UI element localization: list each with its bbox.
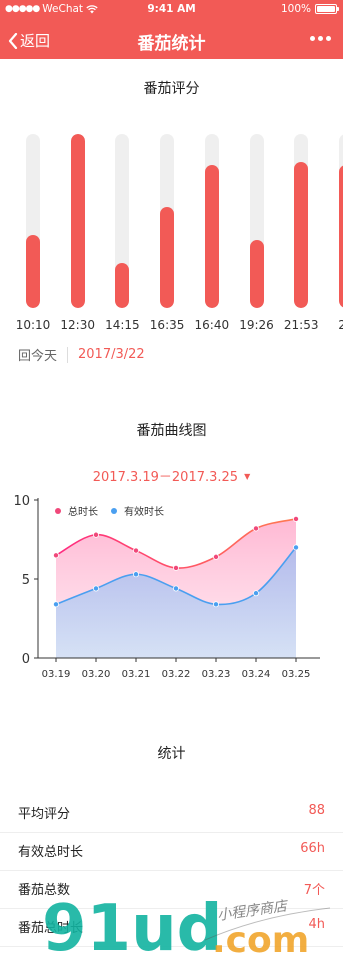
bar-time-label: 21:53 xyxy=(283,318,319,332)
stat-value: 4h xyxy=(308,917,325,932)
back-to-today-button[interactable]: 回今天 xyxy=(18,345,57,364)
score-bar xyxy=(70,134,85,308)
bar-time-label: 14:15 xyxy=(105,318,140,332)
data-point xyxy=(252,525,259,532)
score-bar-chart xyxy=(0,130,343,312)
score-bar xyxy=(115,262,130,308)
data-point xyxy=(53,601,60,608)
bar-time-label: 22 xyxy=(338,318,343,332)
today-row: 回今天 2017/3/22 xyxy=(18,345,145,364)
x-tick-label: 03.25 xyxy=(282,669,311,680)
data-point xyxy=(292,515,299,522)
y-tick-label: 5 xyxy=(22,573,30,588)
x-tick-label: 03.20 xyxy=(82,669,111,680)
curve-section-title: 番茄曲线图 xyxy=(136,423,207,439)
stat-value: 88 xyxy=(308,803,325,818)
y-tick-label: 10 xyxy=(13,494,30,509)
x-tick-label: 03.23 xyxy=(202,669,231,680)
score-bar xyxy=(249,240,264,308)
stat-row: 番茄总时长 4h xyxy=(0,909,343,947)
legend-marker xyxy=(111,508,117,514)
score-bar xyxy=(294,161,309,308)
status-bar: ●●●●● WeChat 9:41 AM 100% xyxy=(0,0,343,20)
score-bar xyxy=(26,234,40,308)
legend-marker xyxy=(55,508,61,514)
stat-value: 7个 xyxy=(303,883,325,898)
stat-label: 番茄总数 xyxy=(18,883,71,898)
bar-time-label: 16:35 xyxy=(149,318,185,332)
date-range-select[interactable]: 2017.3.19－2017.3.25 ▼ xyxy=(0,466,343,485)
stat-row: 有效总时长 66h xyxy=(0,833,343,871)
stat-row: 平均评分 88 xyxy=(0,795,343,833)
page-title: 番茄统计 xyxy=(137,34,206,54)
battery-icon xyxy=(315,4,339,14)
score-bar-track[interactable] xyxy=(26,134,40,308)
score-bar xyxy=(204,165,219,308)
data-point xyxy=(212,601,219,608)
stats-section-title: 统计 xyxy=(157,746,186,762)
score-bar-track[interactable] xyxy=(70,134,85,308)
legend-label: 总时长 xyxy=(68,505,98,518)
stat-value: 66h xyxy=(300,841,325,856)
date-range-value: 2017.3.19－2017.3.25 xyxy=(92,470,239,485)
bar-time-label: 16:40 xyxy=(194,318,230,332)
x-tick-label: 03.19 xyxy=(42,669,71,680)
score-bar xyxy=(338,165,343,308)
stat-label: 有效总时长 xyxy=(18,845,84,860)
data-point xyxy=(132,571,139,578)
data-point xyxy=(172,585,179,592)
score-bar-track[interactable] xyxy=(115,134,130,308)
bar-time-label: 10:10 xyxy=(15,318,51,332)
more-menu-icon[interactable] xyxy=(310,36,331,41)
divider xyxy=(67,346,69,363)
data-point xyxy=(172,564,179,571)
data-point xyxy=(252,590,259,597)
score-bar-track[interactable] xyxy=(204,134,219,308)
score-section-title: 番茄评分 xyxy=(143,81,200,97)
nav-bar: 返回 番茄统计 xyxy=(0,20,343,59)
battery-percent: 100% xyxy=(280,3,311,15)
selected-date[interactable]: 2017/3/22 xyxy=(78,347,145,362)
curve-chart: 0 5 10 03.19 03.20 03.21 03.22 03.23 03.24 03.25 总… xyxy=(13,494,320,680)
stat-label: 平均评分 xyxy=(18,807,71,822)
score-bar xyxy=(160,207,175,308)
stat-row: 番茄总数 7个 xyxy=(0,871,343,909)
data-point xyxy=(292,544,299,551)
x-tick-label: 03.21 xyxy=(122,669,151,680)
x-tick-label: 03.22 xyxy=(162,669,191,680)
status-right: 100% xyxy=(280,3,339,15)
legend-label: 有效时长 xyxy=(124,505,164,518)
data-point xyxy=(93,585,100,592)
score-bar-track[interactable] xyxy=(160,134,175,308)
data-point xyxy=(212,553,219,560)
data-point xyxy=(132,547,139,554)
data-point xyxy=(93,531,100,538)
score-bar-track[interactable] xyxy=(249,134,264,308)
y-tick-label: 0 xyxy=(22,652,30,667)
score-bar-track[interactable] xyxy=(338,134,343,308)
bar-time-label: 19:26 xyxy=(239,318,274,332)
score-bar-track[interactable] xyxy=(294,134,309,308)
stat-label: 番茄总时长 xyxy=(18,921,84,936)
caret-down-icon: ▼ xyxy=(244,472,251,481)
data-point xyxy=(53,552,60,559)
bar-time-label: 12:30 xyxy=(60,318,95,332)
x-tick-label: 03.24 xyxy=(242,669,271,680)
